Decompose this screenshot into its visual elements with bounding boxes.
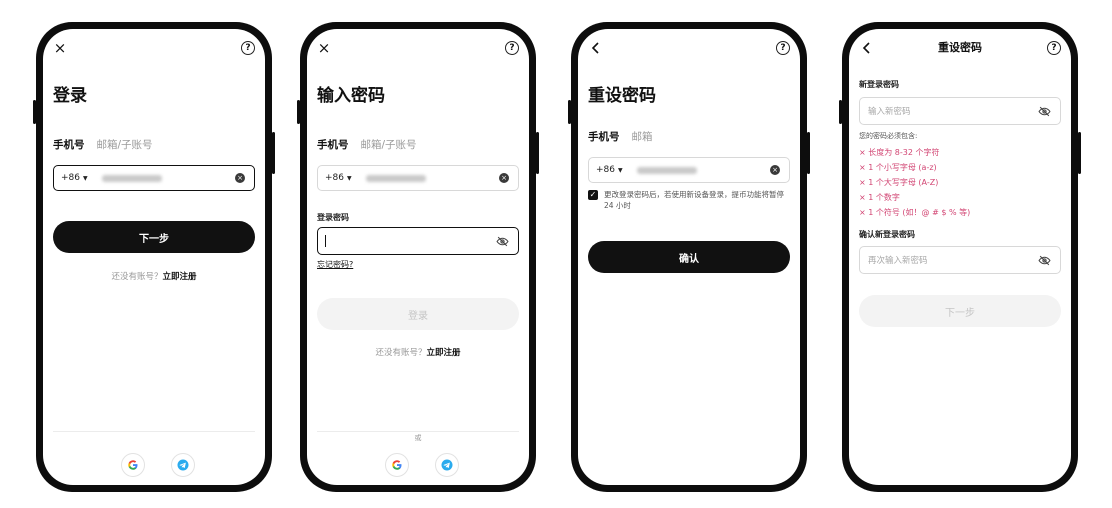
country-code: +86 — [61, 173, 80, 183]
notice-row: ✓ 更改登录密码后，若使用新设备登录，提币功能将暂停 24 小时 — [588, 189, 790, 211]
reset-tabs: 手机号 邮箱 — [588, 129, 653, 144]
clear-icon[interactable]: × — [499, 173, 509, 183]
google-icon — [128, 460, 138, 470]
chevron-down-icon: ▼ — [618, 166, 623, 174]
back-icon[interactable] — [588, 41, 602, 55]
confirm-password-label: 确认新登录密码 — [859, 230, 915, 239]
clear-icon[interactable]: × — [770, 165, 780, 175]
phone-number-blurred — [636, 166, 697, 174]
requirements-heading: 您的密码必须包含: — [859, 132, 918, 140]
eye-off-icon[interactable] — [1038, 105, 1051, 118]
google-icon — [392, 460, 402, 470]
new-password-screen: 重设密码 ? 新登录密码 输入新密码 您的密码必须包含: × 长度为 8-32 … — [849, 29, 1071, 485]
forgot-password-link[interactable]: 忘记密码? — [317, 259, 353, 270]
withdraw-notice: 更改登录密码后，若使用新设备登录，提币功能将暂停 24 小时 — [604, 190, 784, 210]
divider — [53, 431, 255, 432]
checkbox[interactable]: ✓ — [588, 190, 598, 200]
requirement-number: × 1 个数字 — [859, 193, 900, 202]
new-password-input[interactable]: 输入新密码 — [859, 97, 1061, 125]
country-code: +86 — [325, 173, 344, 183]
telegram-icon — [441, 459, 453, 471]
register-link[interactable]: 立即注册 — [427, 348, 461, 358]
requirements-list: × 长度为 8-32 个字符 × 1 个小写字母 (a-z) × 1 个大写字母… — [859, 145, 970, 220]
password-screen: × ? 输入密码 手机号 邮箱/子账号 +86 ▼ × 登录密码 忘记密码? 登… — [307, 29, 529, 485]
phone-reset: ? 重设密码 手机号 邮箱 +86 ▼ × ✓ 更改登录密码后，若使用新设备登录… — [568, 22, 810, 492]
new-password-label: 新登录密码 — [859, 80, 899, 89]
password-label: 登录密码 — [317, 213, 349, 222]
eye-off-icon[interactable] — [1038, 254, 1051, 267]
next-button[interactable]: 下一步 — [859, 295, 1061, 327]
new-password-placeholder: 输入新密码 — [868, 107, 911, 117]
page-title: 输入密码 — [317, 86, 385, 106]
register-prompt: 还没有账号？立即注册 — [43, 270, 265, 282]
header-title: 重设密码 — [938, 41, 982, 54]
login-tabs: 手机号 邮箱/子账号 — [53, 137, 153, 152]
country-code-select[interactable]: +86 ▼ — [596, 165, 623, 175]
phone-input[interactable]: +86 ▼ × — [317, 165, 519, 191]
google-login-button[interactable] — [121, 453, 145, 477]
or-separator: 或 — [307, 425, 529, 444]
close-icon[interactable]: × — [53, 41, 67, 56]
tab-email[interactable]: 邮箱 — [632, 129, 653, 144]
requirement-lowercase: × 1 个小写字母 (a-z) — [859, 163, 937, 172]
telegram-login-button[interactable] — [435, 453, 459, 477]
eye-off-icon[interactable] — [496, 235, 509, 248]
country-code-select[interactable]: +86 ▼ — [61, 173, 88, 183]
google-login-button[interactable] — [385, 453, 409, 477]
requirement-length: × 长度为 8-32 个字符 — [859, 148, 940, 157]
close-icon[interactable]: × — [317, 41, 331, 56]
reset-screen: ? 重设密码 手机号 邮箱 +86 ▼ × ✓ 更改登录密码后，若使用新设备登录… — [578, 29, 800, 485]
chevron-down-icon: ▼ — [83, 174, 88, 182]
phone-number-blurred — [101, 174, 162, 182]
telegram-icon — [177, 459, 189, 471]
phone-password: × ? 输入密码 手机号 邮箱/子账号 +86 ▼ × 登录密码 忘记密码? 登… — [297, 22, 539, 492]
login-tabs: 手机号 邮箱/子账号 — [317, 137, 417, 152]
page-title: 重设密码 — [588, 86, 656, 106]
requirement-uppercase: × 1 个大写字母 (A-Z) — [859, 178, 939, 187]
tab-email[interactable]: 邮箱/子账号 — [97, 137, 153, 152]
help-icon[interactable]: ? — [241, 41, 255, 55]
text-cursor — [325, 235, 326, 247]
register-prompt-text: 还没有账号？ — [375, 348, 427, 358]
register-link[interactable]: 立即注册 — [163, 272, 197, 282]
phone-input[interactable]: +86 ▼ × — [588, 157, 790, 183]
tab-phone[interactable]: 手机号 — [53, 137, 85, 152]
telegram-login-button[interactable] — [171, 453, 195, 477]
register-prompt-text: 还没有账号？ — [111, 272, 163, 282]
help-icon[interactable]: ? — [776, 41, 790, 55]
password-input[interactable] — [317, 227, 519, 255]
phone-new-password: 重设密码 ? 新登录密码 输入新密码 您的密码必须包含: × 长度为 8-32 … — [839, 22, 1081, 492]
tab-phone[interactable]: 手机号 — [317, 137, 349, 152]
page-title: 登录 — [53, 86, 87, 106]
help-icon[interactable]: ? — [1047, 41, 1061, 55]
help-icon[interactable]: ? — [505, 41, 519, 55]
clear-icon[interactable]: × — [235, 173, 245, 183]
country-code-select[interactable]: +86 ▼ — [325, 173, 352, 183]
next-button[interactable]: 下一步 — [53, 221, 255, 253]
login-screen: × ? 登录 手机号 邮箱/子账号 +86 ▼ × 下一步 还没有账号？立即注册 — [43, 29, 265, 485]
phone-input[interactable]: +86 ▼ × — [53, 165, 255, 191]
country-code: +86 — [596, 165, 615, 175]
confirm-password-input[interactable]: 再次输入新密码 — [859, 246, 1061, 274]
requirement-symbol: × 1 个符号 (如！@ # $ % 等) — [859, 208, 971, 217]
chevron-down-icon: ▼ — [347, 174, 352, 182]
register-prompt: 还没有账号？立即注册 — [307, 346, 529, 358]
or-text: 或 — [408, 434, 428, 442]
tab-phone[interactable]: 手机号 — [588, 129, 620, 144]
tab-email[interactable]: 邮箱/子账号 — [361, 137, 417, 152]
login-button[interactable]: 登录 — [317, 298, 519, 330]
confirm-password-placeholder: 再次输入新密码 — [868, 256, 928, 266]
phone-number-blurred — [365, 174, 426, 182]
phone-login: × ? 登录 手机号 邮箱/子账号 +86 ▼ × 下一步 还没有账号？立即注册 — [33, 22, 275, 492]
confirm-button[interactable]: 确认 — [588, 241, 790, 273]
